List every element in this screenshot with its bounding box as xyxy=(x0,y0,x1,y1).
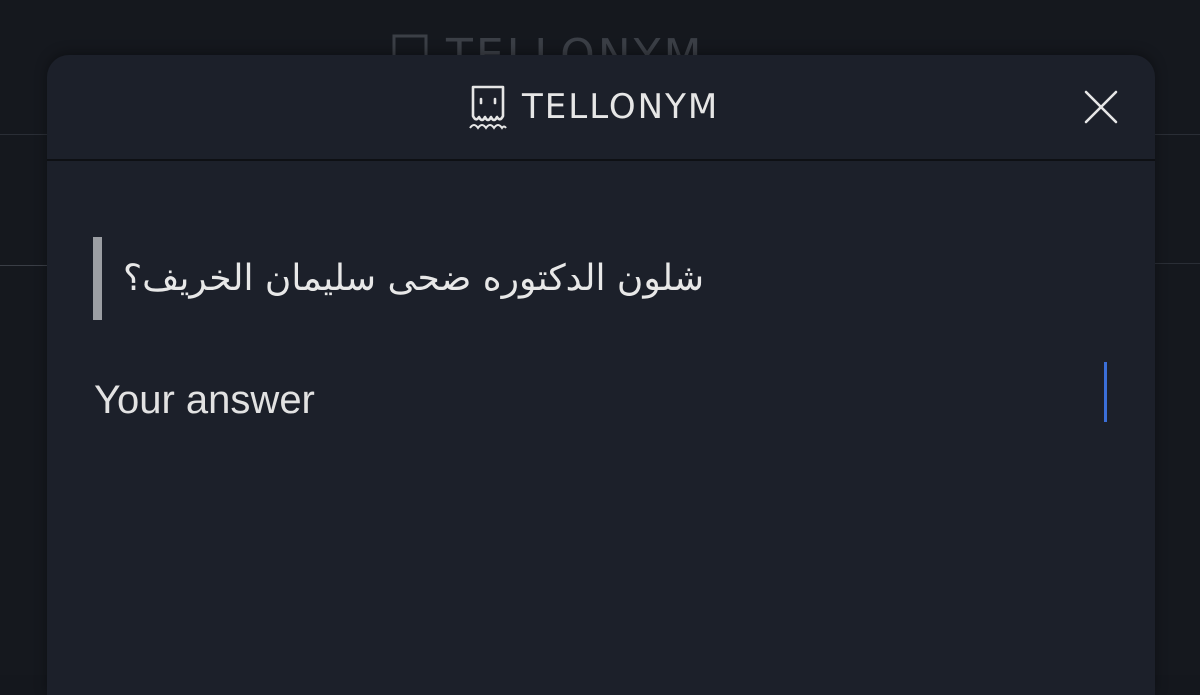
answer-input[interactable] xyxy=(94,360,1114,440)
tellonym-logo-icon xyxy=(468,84,508,130)
close-icon xyxy=(1084,90,1118,124)
close-button[interactable] xyxy=(1082,88,1120,126)
background-divider-right xyxy=(1155,263,1200,264)
question-quote-bar xyxy=(93,237,102,320)
question-text: شلون الدكتوره ضحى سليمان الخريف؟ xyxy=(123,258,705,299)
modal-header: TELLONYM xyxy=(47,55,1155,161)
question-block: شلون الدكتوره ضحى سليمان الخريف؟ xyxy=(93,237,853,320)
background-divider-left xyxy=(0,265,47,266)
brand-logo: TELLONYM xyxy=(468,81,719,133)
brand-name: TELLONYM xyxy=(522,87,720,127)
text-cursor xyxy=(1104,362,1107,422)
answer-modal: TELLONYM شلون الدكتوره ضحى سليمان الخريف… xyxy=(47,55,1155,695)
